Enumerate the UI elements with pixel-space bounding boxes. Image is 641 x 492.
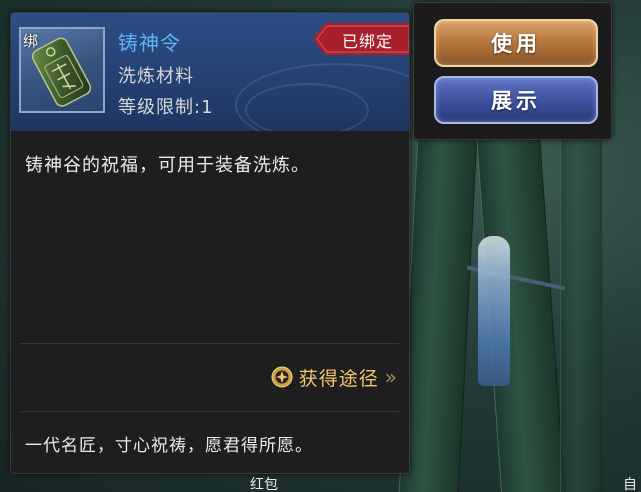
item-description: 铸神谷的祝福，可用于装备洗炼。 [25,155,310,176]
scene-label-red-packet[interactable]: 红包 [250,474,278,492]
item-action-panel: 使用 展示 [413,2,612,140]
show-button[interactable]: 展示 [434,76,598,124]
acquisition-source-link[interactable]: 获得途径 » [271,363,397,391]
acquisition-source-label: 获得途径 [298,367,379,390]
player-character [478,236,510,386]
scene-pillar [398,140,478,492]
item-type: 洗炼材料 [118,66,194,87]
divider [21,411,399,412]
header-decoration [245,83,369,131]
use-button[interactable]: 使用 [434,19,598,67]
bound-status-label: 已绑定 [341,32,393,51]
divider [21,343,399,344]
scene-pillar [560,130,602,492]
item-name: 铸神令 [118,31,181,55]
compass-icon [271,366,293,388]
item-card-header: 绑 铸神令 洗炼材料 等级限制:1 已绑定 [11,13,409,131]
item-tooltip-card: 绑 铸神令 洗炼材料 等级限制:1 已绑定 铸神谷的祝福，可用于装备洗炼。 获得… [10,12,410,474]
item-level-requirement: 等级限制:1 [118,97,214,118]
chevron-double-right-icon: » [384,365,397,389]
scene-label-right: 自 [623,477,637,492]
bind-indicator: 绑 [23,32,39,50]
item-icon-frame: 绑 [19,27,105,113]
item-flavor-text: 一代名匠，寸心祝祷，愿君得所愿。 [25,436,313,456]
